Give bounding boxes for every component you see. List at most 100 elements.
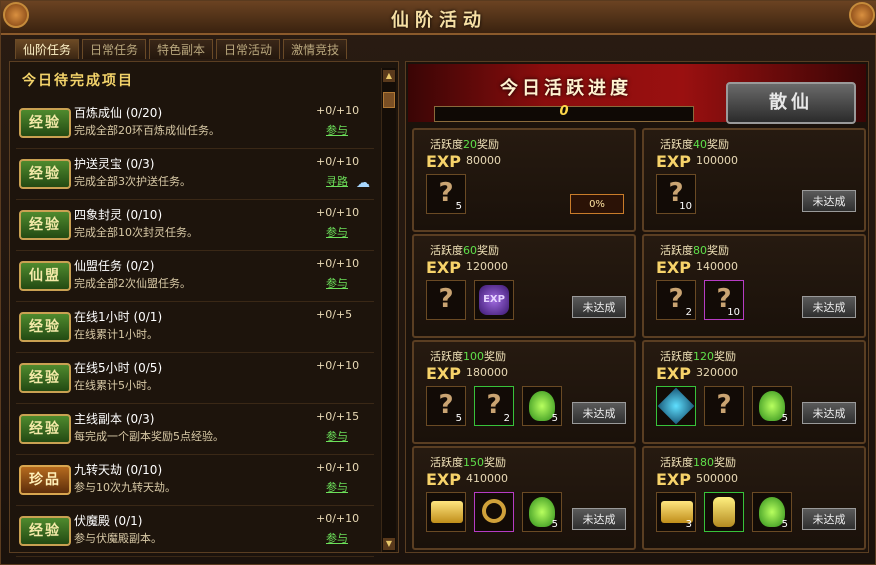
activity-banner: 今日活跃进度 0 散仙 — [408, 64, 866, 124]
reward-suffix: 奖励 — [477, 138, 499, 151]
reward-level: 150 — [463, 456, 484, 469]
task-action-link[interactable]: 参与 — [326, 275, 348, 291]
item-count: 10 — [727, 307, 740, 318]
task-name: 仙盟任务 (0/2) — [74, 259, 155, 273]
task-desc: 在线累计1小时。 — [74, 328, 158, 341]
reward-item-slot[interactable]: EXP — [474, 280, 514, 320]
reward-item-slot[interactable]: ? — [426, 280, 466, 320]
reward-item-slot[interactable]: ? — [704, 386, 744, 426]
reward-suffix: 奖励 — [714, 350, 736, 363]
item-count: 5 — [551, 413, 558, 424]
exp-value: 100000 — [696, 154, 738, 167]
task-action-link[interactable]: 参与 — [326, 530, 348, 546]
cloud-icon[interactable]: ☁ — [356, 175, 370, 191]
reward-item-slot[interactable]: 5 — [522, 386, 562, 426]
task-name: 在线5小时 (0/5) — [74, 361, 163, 375]
exp-label: EXP — [656, 152, 691, 171]
close-icon[interactable] — [849, 2, 875, 28]
claim-status-button[interactable]: 未达成 — [802, 296, 856, 318]
task-scrollbar[interactable]: ▲ ▼ — [381, 68, 396, 552]
scroll-up-icon[interactable]: ▲ — [383, 70, 395, 82]
task-desc: 每完成一个副本奖励5点经验。 — [74, 430, 224, 443]
reward-item-slot[interactable]: ? 5 — [426, 174, 466, 214]
reward-title: 活跃度20奖励 — [430, 136, 499, 152]
exp-label: EXP — [426, 470, 461, 489]
claim-status-button[interactable]: 未达成 — [572, 508, 626, 530]
task-desc: 完成全部3次护送任务。 — [74, 175, 191, 188]
reward-card: 活跃度180奖励 EXP 500000 3 5 未达成 — [642, 446, 866, 550]
task-score: +0/+10 — [316, 155, 360, 168]
exp-label: EXP — [656, 258, 691, 277]
tab-special-dungeon[interactable]: 特色副本 — [149, 39, 214, 59]
reward-item-slot[interactable] — [656, 386, 696, 426]
reward-suffix: 奖励 — [714, 456, 736, 469]
reward-level: 180 — [693, 456, 714, 469]
reward-item-slot[interactable]: ? 10 — [656, 174, 696, 214]
reward-level: 20 — [463, 138, 477, 151]
item-count: 5 — [551, 519, 558, 530]
reward-prefix: 活跃度 — [660, 138, 693, 151]
reward-title: 活跃度180奖励 — [660, 454, 736, 470]
exp-label: EXP — [656, 364, 691, 383]
tab-daily-task[interactable]: 日常任务 — [82, 39, 147, 59]
task-action-link[interactable]: 参与 — [326, 122, 348, 138]
exp-label: EXP — [426, 364, 461, 383]
task-action-link[interactable]: 参与 — [326, 428, 348, 444]
exp-label: EXP — [656, 470, 691, 489]
claim-status-button[interactable]: 未达成 — [802, 508, 856, 530]
reward-card: 活跃度120奖励 EXP 320000? 5 未达成 — [642, 340, 866, 444]
task-row: 经验 四象封灵 (0/10) 完成全部10次封灵任务。 +0/+10 参与 — [16, 200, 374, 251]
progress-value: 0 — [559, 104, 569, 119]
task-action-link[interactable]: 参与 — [326, 224, 348, 240]
task-action-link[interactable]: 参与 — [326, 479, 348, 495]
reward-item-slot[interactable]: ? 10 — [704, 280, 744, 320]
claim-status-button[interactable]: 未达成 — [802, 402, 856, 424]
reward-item-slot[interactable]: ? 2 — [474, 386, 514, 426]
rank-sanxian-button[interactable]: 散仙 — [726, 82, 856, 124]
task-row: 经验 主线副本 (0/3) 每完成一个副本奖励5点经验。 +0/+15 参与 — [16, 404, 374, 455]
claim-status-button[interactable]: 未达成 — [802, 190, 856, 212]
task-score: +0/+10 — [316, 257, 360, 270]
scroll-thumb[interactable] — [383, 92, 395, 108]
item-count: 5 — [781, 519, 788, 530]
reward-item-slot[interactable] — [474, 492, 514, 532]
tab-xianjie-task[interactable]: 仙阶任务 — [15, 39, 80, 59]
claim-status-button[interactable]: 未达成 — [572, 402, 626, 424]
item-count: 5 — [455, 201, 462, 212]
task-desc: 完成全部10次封灵任务。 — [74, 226, 198, 239]
item-count: 5 — [455, 413, 462, 424]
reward-item-slot[interactable] — [704, 492, 744, 532]
exp-value: 500000 — [696, 472, 738, 485]
scroll-down-icon[interactable]: ▼ — [383, 538, 395, 550]
exp-value: 120000 — [466, 260, 508, 273]
reward-item-slot[interactable]: ? 2 — [656, 280, 696, 320]
reward-suffix: 奖励 — [477, 244, 499, 257]
tab-arena[interactable]: 激情竞技 — [283, 39, 348, 59]
reward-title: 活跃度150奖励 — [430, 454, 506, 470]
task-row: 经验 伏魔殿 (0/1) 参与伏魔殿副本。 +0/+10 参与 — [16, 506, 374, 557]
task-badge: 经验 — [19, 414, 71, 444]
exp-value: 320000 — [696, 366, 738, 379]
task-panel-header: 今日待完成项目 — [22, 73, 134, 89]
task-action-link[interactable]: 寻路 — [326, 173, 348, 189]
tab-daily-activity[interactable]: 日常活动 — [216, 39, 281, 59]
reward-card: 活跃度60奖励 EXP 120000? EXP 未达成 — [412, 234, 636, 338]
task-row: 经验 在线5小时 (0/5) 在线累计5小时。 +0/+10 — [16, 353, 374, 404]
reward-title: 活跃度120奖励 — [660, 348, 736, 364]
reward-prefix: 活跃度 — [430, 456, 463, 469]
item-count: 3 — [685, 519, 692, 530]
reward-item-slot[interactable]: 5 — [522, 492, 562, 532]
task-name: 主线副本 (0/3) — [74, 412, 155, 426]
task-desc: 完成全部20环百炼成仙任务。 — [74, 124, 220, 137]
claim-status-button[interactable]: 未达成 — [572, 296, 626, 318]
reward-item-slot[interactable]: 3 — [656, 492, 696, 532]
reward-item-slot[interactable]: 5 — [752, 386, 792, 426]
task-score: +0/+10 — [316, 461, 360, 474]
exp-bag-icon: EXP — [479, 285, 509, 315]
window-title: 仙阶活动 — [391, 10, 487, 31]
task-score: +0/+10 — [316, 512, 360, 525]
reward-item-slot[interactable]: ? 5 — [426, 386, 466, 426]
reward-item-slot[interactable]: 5 — [752, 492, 792, 532]
reward-item-slot[interactable] — [426, 492, 466, 532]
reward-prefix: 活跃度 — [660, 456, 693, 469]
